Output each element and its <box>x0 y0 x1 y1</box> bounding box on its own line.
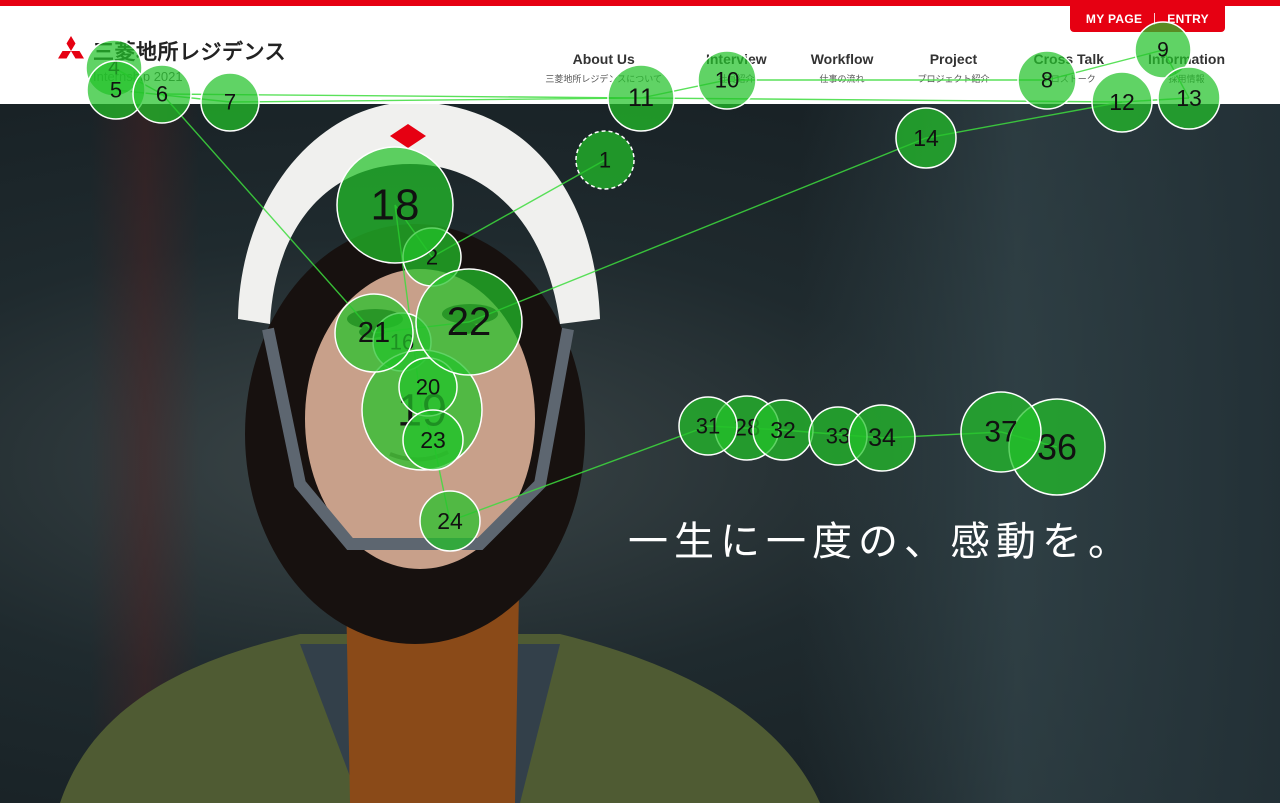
nav-label-en: Information <box>1148 51 1225 67</box>
logo-subtitle: Internship 2021 <box>93 69 183 84</box>
nav-item-interview[interactable]: Interview 社員紹介 <box>706 51 767 85</box>
nav-label-ja: クロストーク <box>1041 75 1096 85</box>
nav-label-en: Project <box>929 51 978 67</box>
my-page-link[interactable]: MY PAGE <box>1086 12 1142 26</box>
hero-photo-worker <box>60 104 820 803</box>
logo-text: 三菱地所レジデンス <box>93 40 287 64</box>
nav-item-cross-talk[interactable]: Cross Talk クロストーク <box>1033 51 1104 85</box>
nav-label-en: Workflow <box>810 51 874 67</box>
nav-item-information[interactable]: Information 採用情報 <box>1148 51 1225 85</box>
nav-label-en: About Us <box>572 51 635 67</box>
nav-label-ja: プロジェクト紹介 <box>917 75 990 85</box>
nav-label-ja: 仕事の流れ <box>819 75 865 85</box>
entry-link[interactable]: ENTRY <box>1167 12 1209 26</box>
nav-item-about-us[interactable]: About Us 三菱地所レジデンスについて <box>545 51 662 85</box>
global-nav: About Us 三菱地所レジデンスについて Interview 社員紹介 Wo… <box>545 51 1225 85</box>
hero-visual: 一生に一度の、感動を。 <box>0 104 1280 803</box>
nav-item-workflow[interactable]: Workflow 仕事の流れ <box>811 51 874 85</box>
three-diamonds-logo-icon <box>58 36 84 59</box>
hero-catch-copy: 一生に一度の、感動を。 <box>628 519 1134 565</box>
utility-divider <box>1154 13 1156 25</box>
utility-links: MY PAGE ENTRY <box>1069 6 1225 32</box>
nav-label-en: Cross Talk <box>1033 51 1104 67</box>
site-logo[interactable]: 三菱地所レジデンス <box>55 36 286 66</box>
nav-item-project[interactable]: Project プロジェクト紹介 <box>917 51 989 85</box>
nav-label-en: Interview <box>705 51 767 67</box>
nav-label-ja: 三菱地所レジデンスについて <box>545 75 662 85</box>
nav-label-ja: 社員紹介 <box>718 75 755 85</box>
nav-label-ja: 採用情報 <box>1168 75 1205 85</box>
